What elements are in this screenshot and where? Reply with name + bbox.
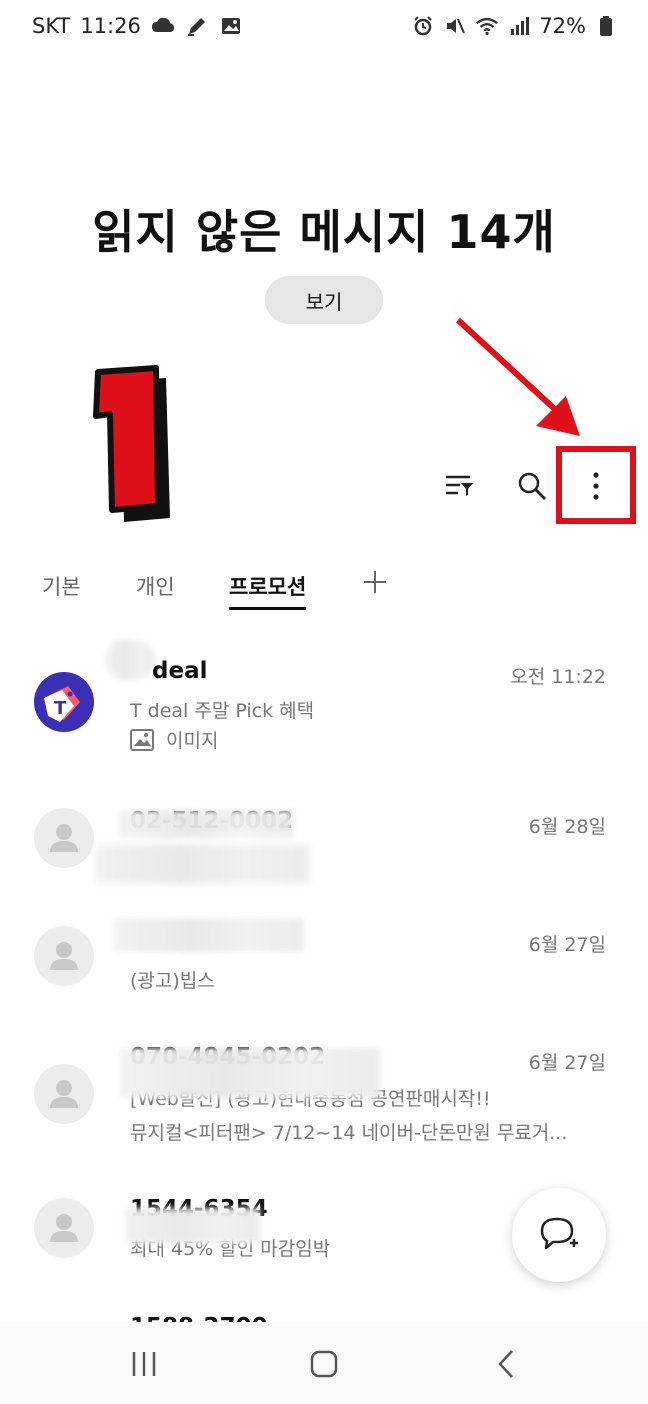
- redacted-area: [124, 1208, 260, 1244]
- view-button[interactable]: 보기: [265, 276, 383, 324]
- message-date: 6월 28일: [528, 816, 606, 838]
- signal-icon: [507, 14, 531, 38]
- clock: 11:26: [80, 14, 141, 38]
- status-bar: SKT 11:26 72%: [0, 0, 648, 52]
- contact-avatar: [34, 1064, 94, 1124]
- image-icon: [219, 14, 243, 38]
- tab-promotion[interactable]: 프로모션: [229, 566, 307, 610]
- message-row[interactable]: 02-512-0002 6월 28일: [0, 800, 648, 900]
- alarm-icon: [411, 14, 435, 38]
- redacted-area: [104, 640, 156, 680]
- tab-basic[interactable]: 기본: [42, 566, 81, 606]
- step-number-annotation: [70, 340, 200, 540]
- add-tab-button[interactable]: [362, 562, 388, 602]
- message-row[interactable]: 1588-2700: [0, 1304, 648, 1324]
- red-arrow-annotation: [440, 312, 600, 452]
- contact-avatar: [34, 808, 94, 868]
- wifi-icon: [475, 14, 499, 38]
- home-icon[interactable]: [302, 1342, 346, 1386]
- new-chat-icon: [540, 1217, 578, 1250]
- message-row[interactable]: 6월 27일 (광고)빕스: [0, 918, 648, 1018]
- attachment-text: 이미지: [166, 730, 219, 752]
- tdeal-avatar: T: [34, 672, 94, 732]
- battery-icon: [594, 14, 618, 38]
- new-message-button[interactable]: [512, 1188, 606, 1282]
- battery-percentage: 72%: [539, 14, 586, 38]
- svg-text:T: T: [54, 698, 67, 719]
- attachment-label: 이미지: [130, 726, 218, 753]
- redacted-area: [94, 844, 310, 884]
- message-row[interactable]: T deal 오전 11:22 T deal 주말 Pick 혜택 이미지: [0, 640, 648, 760]
- message-row[interactable]: 070-4945-0202 6월 27일 [Web발신] (광고)현대중동점 공…: [0, 1036, 648, 1166]
- recents-icon[interactable]: [122, 1342, 166, 1386]
- message-date: 6월 27일: [528, 934, 606, 956]
- filter-icon[interactable]: [437, 464, 481, 508]
- contact-avatar: [34, 1198, 94, 1258]
- message-date: 6월 27일: [528, 1052, 606, 1074]
- message-preview: (광고)빕스: [130, 970, 215, 992]
- message-sender: deal: [152, 658, 208, 684]
- pen-icon: [185, 14, 209, 38]
- category-tabs: 기본 개인 프로모션: [0, 566, 648, 614]
- unread-messages-title: 읽지 않은 메시지 14개: [92, 205, 556, 259]
- redacted-area: [118, 810, 293, 838]
- redacted-area: [120, 1048, 380, 1098]
- contact-avatar: [34, 926, 94, 986]
- message-preview-line2: 뮤지컬<피터팬> 7/12~14 네이버-단돈만원 무료거...: [130, 1122, 568, 1144]
- cloud-icon: [151, 14, 175, 38]
- plus-icon: [364, 571, 386, 593]
- search-icon[interactable]: [510, 464, 554, 508]
- back-icon[interactable]: [484, 1342, 528, 1386]
- navigation-bar: [0, 1322, 648, 1404]
- redacted-area: [114, 918, 304, 952]
- image-icon: [130, 728, 154, 751]
- tab-personal[interactable]: 개인: [136, 566, 175, 606]
- message-preview: T deal 주말 Pick 혜택: [130, 700, 315, 722]
- more-options-icon[interactable]: [574, 464, 618, 508]
- carrier-label: SKT: [32, 14, 71, 38]
- mute-icon: [443, 14, 467, 38]
- message-date: 오전 11:22: [510, 666, 606, 688]
